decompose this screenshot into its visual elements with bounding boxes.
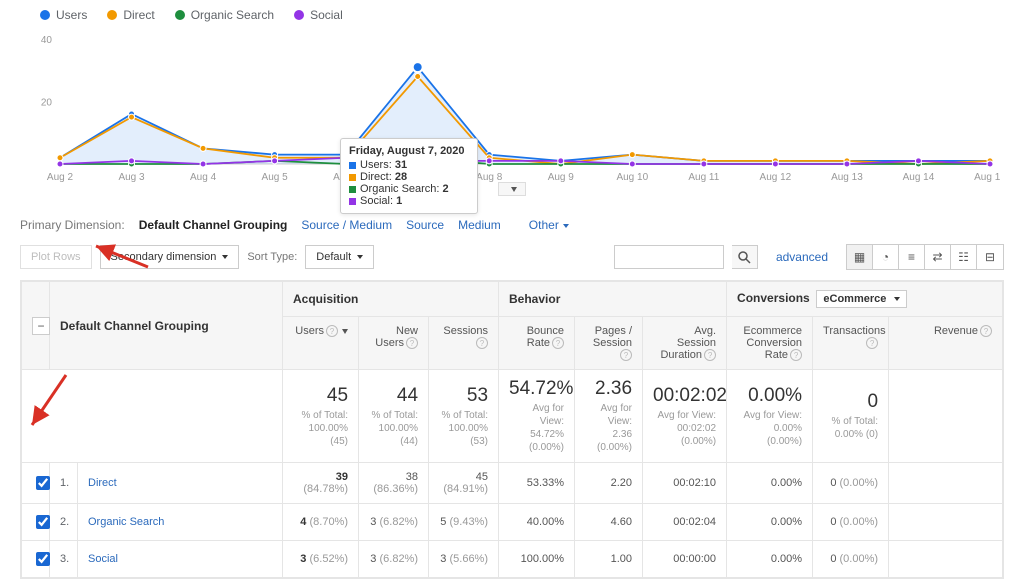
tooltip-row: Social: 1	[349, 195, 465, 207]
table-toolbar: Plot Rows Secondary dimension Sort Type:…	[0, 240, 1024, 280]
chart-tooltip: Friday, August 7, 2020 Users: 31Direct: …	[340, 138, 478, 214]
svg-text:Aug 11: Aug 11	[688, 172, 719, 183]
svg-text:Aug 5: Aug 5	[262, 172, 289, 183]
view-comparison-icon[interactable]: ⇄	[925, 245, 951, 269]
row-index: 1.	[50, 463, 78, 504]
tooltip-row: Organic Search: 2	[349, 183, 465, 195]
view-pie-icon[interactable]: ◔	[873, 245, 899, 269]
svg-text:Aug 3: Aug 3	[118, 172, 145, 183]
row-checkbox[interactable]	[36, 552, 50, 566]
conversions-select[interactable]: eCommerce	[816, 290, 907, 308]
svg-text:20: 20	[41, 98, 53, 109]
legend-dot-icon	[40, 10, 50, 20]
tooltip-dot-icon	[349, 198, 356, 205]
tooltip-row: Users: 31	[349, 159, 465, 171]
legend-dot-icon	[175, 10, 185, 20]
legend-item[interactable]: Direct	[107, 8, 154, 22]
view-mode-bar: ▦ ◔ ≡ ⇄ ☷ ⊟	[846, 244, 1004, 270]
svg-text:Aug 10: Aug 10	[616, 172, 648, 183]
table-row: 3. Social 3 (6.52%) 3 (6.82%) 3 (5.66%) …	[22, 541, 1003, 578]
table-row: 1. Direct 39 (84.78%) 38 (86.36%) 45 (84…	[22, 463, 1003, 504]
channel-header[interactable]: Default Channel Grouping	[50, 282, 283, 370]
col-trans[interactable]: Transactions?	[813, 317, 889, 370]
tooltip-dot-icon	[349, 174, 356, 181]
col-new-users[interactable]: New Users?	[359, 317, 429, 370]
channel-link[interactable]: Social	[88, 553, 118, 565]
legend-item[interactable]: Social	[294, 8, 343, 22]
search-button[interactable]	[732, 245, 758, 269]
col-pages[interactable]: Pages / Session?	[575, 317, 643, 370]
view-table-icon[interactable]: ▦	[847, 245, 873, 269]
svg-text:Aug 14: Aug 14	[903, 172, 935, 183]
sort-desc-icon	[342, 329, 348, 334]
channel-link[interactable]: Organic Search	[88, 516, 164, 528]
chart-collapse-handle[interactable]	[498, 182, 526, 196]
line-chart-svg: 2040Aug 2Aug 3Aug 4Aug 5Aug 6Aug 7Aug 8A…	[20, 34, 1000, 184]
col-ecr[interactable]: Ecommerce Conversion Rate?	[727, 317, 813, 370]
legend-label: Direct	[123, 8, 154, 22]
tooltip-row: Direct: 28	[349, 171, 465, 183]
svg-text:Aug 12: Aug 12	[760, 172, 792, 183]
svg-text:Aug 4: Aug 4	[190, 172, 217, 183]
primary-dimension-row: Primary Dimension: Default Channel Group…	[0, 208, 1024, 240]
help-icon[interactable]: ?	[326, 325, 338, 337]
col-sessions[interactable]: Sessions?	[429, 317, 499, 370]
legend-label: Users	[56, 8, 87, 22]
svg-text:40: 40	[41, 35, 53, 46]
col-users[interactable]: Users?	[283, 317, 359, 370]
legend-dot-icon	[294, 10, 304, 20]
primary-dimension-other[interactable]: Other	[529, 218, 569, 232]
primary-dimension-link[interactable]: Source / Medium	[301, 218, 392, 232]
search-input[interactable]	[614, 245, 724, 269]
row-checkbox[interactable]	[36, 476, 50, 490]
chart-area: Users Direct Organic Search Social 20 40 Aug …	[0, 0, 1024, 208]
svg-text:Aug 15: Aug 15	[974, 172, 1000, 183]
legend-label: Organic Search	[191, 8, 274, 22]
collapse-all-button[interactable]: −	[32, 317, 50, 335]
legend-item[interactable]: Users	[40, 8, 87, 22]
tooltip-dot-icon	[349, 186, 356, 193]
view-term-icon[interactable]: ☷	[951, 245, 977, 269]
analytics-report: Users Direct Organic Search Social 20 40 Aug …	[0, 0, 1024, 579]
totals-row: 45% of Total:100.00% (45) 44% of Total:1…	[22, 370, 1003, 463]
col-bounce[interactable]: Bounce Rate?	[499, 317, 575, 370]
primary-dimension-link[interactable]: Source	[406, 218, 444, 232]
primary-dimension-link[interactable]: Medium	[458, 218, 501, 232]
col-duration[interactable]: Avg. Session Duration?	[643, 317, 727, 370]
sort-type-label: Sort Type:	[247, 251, 297, 263]
chart-legend: Users Direct Organic Search Social	[20, 8, 1004, 22]
svg-text:Aug 13: Aug 13	[831, 172, 863, 183]
group-behavior: Behavior	[499, 282, 727, 317]
plot-rows-button: Plot Rows	[20, 245, 92, 269]
legend-item[interactable]: Organic Search	[175, 8, 274, 22]
advanced-link[interactable]: advanced	[776, 250, 828, 264]
col-revenue[interactable]: Revenue?	[889, 317, 1003, 370]
row-index: 2.	[50, 504, 78, 541]
primary-dimension-label: Primary Dimension:	[20, 218, 125, 232]
group-conversions: Conversions eCommerce	[727, 282, 1003, 317]
row-checkbox[interactable]	[36, 515, 50, 529]
svg-text:Aug 8: Aug 8	[476, 172, 503, 183]
row-index: 3.	[50, 541, 78, 578]
tooltip-title: Friday, August 7, 2020	[349, 145, 465, 157]
data-table: − Default Channel Grouping Acquisition B…	[20, 280, 1004, 579]
group-acquisition: Acquisition	[283, 282, 499, 317]
secondary-dimension-dropdown[interactable]: Secondary dimension	[100, 245, 240, 269]
view-pivot-icon[interactable]: ⊟	[977, 245, 1003, 269]
sort-type-dropdown[interactable]: Default	[305, 245, 374, 269]
table-row: 2. Organic Search 4 (8.70%) 3 (6.82%) 5 …	[22, 504, 1003, 541]
svg-text:Aug 9: Aug 9	[548, 172, 575, 183]
svg-text:Aug 2: Aug 2	[47, 172, 74, 183]
view-performance-icon[interactable]: ≡	[899, 245, 925, 269]
magnify-icon	[738, 251, 751, 264]
primary-dimension-active[interactable]: Default Channel Grouping	[139, 218, 288, 232]
chart-canvas: 2040Aug 2Aug 3Aug 4Aug 5Aug 6Aug 7Aug 8A…	[20, 34, 1004, 184]
tooltip-dot-icon	[349, 162, 356, 169]
channel-link[interactable]: Direct	[88, 477, 117, 489]
legend-label: Social	[310, 8, 343, 22]
legend-dot-icon	[107, 10, 117, 20]
